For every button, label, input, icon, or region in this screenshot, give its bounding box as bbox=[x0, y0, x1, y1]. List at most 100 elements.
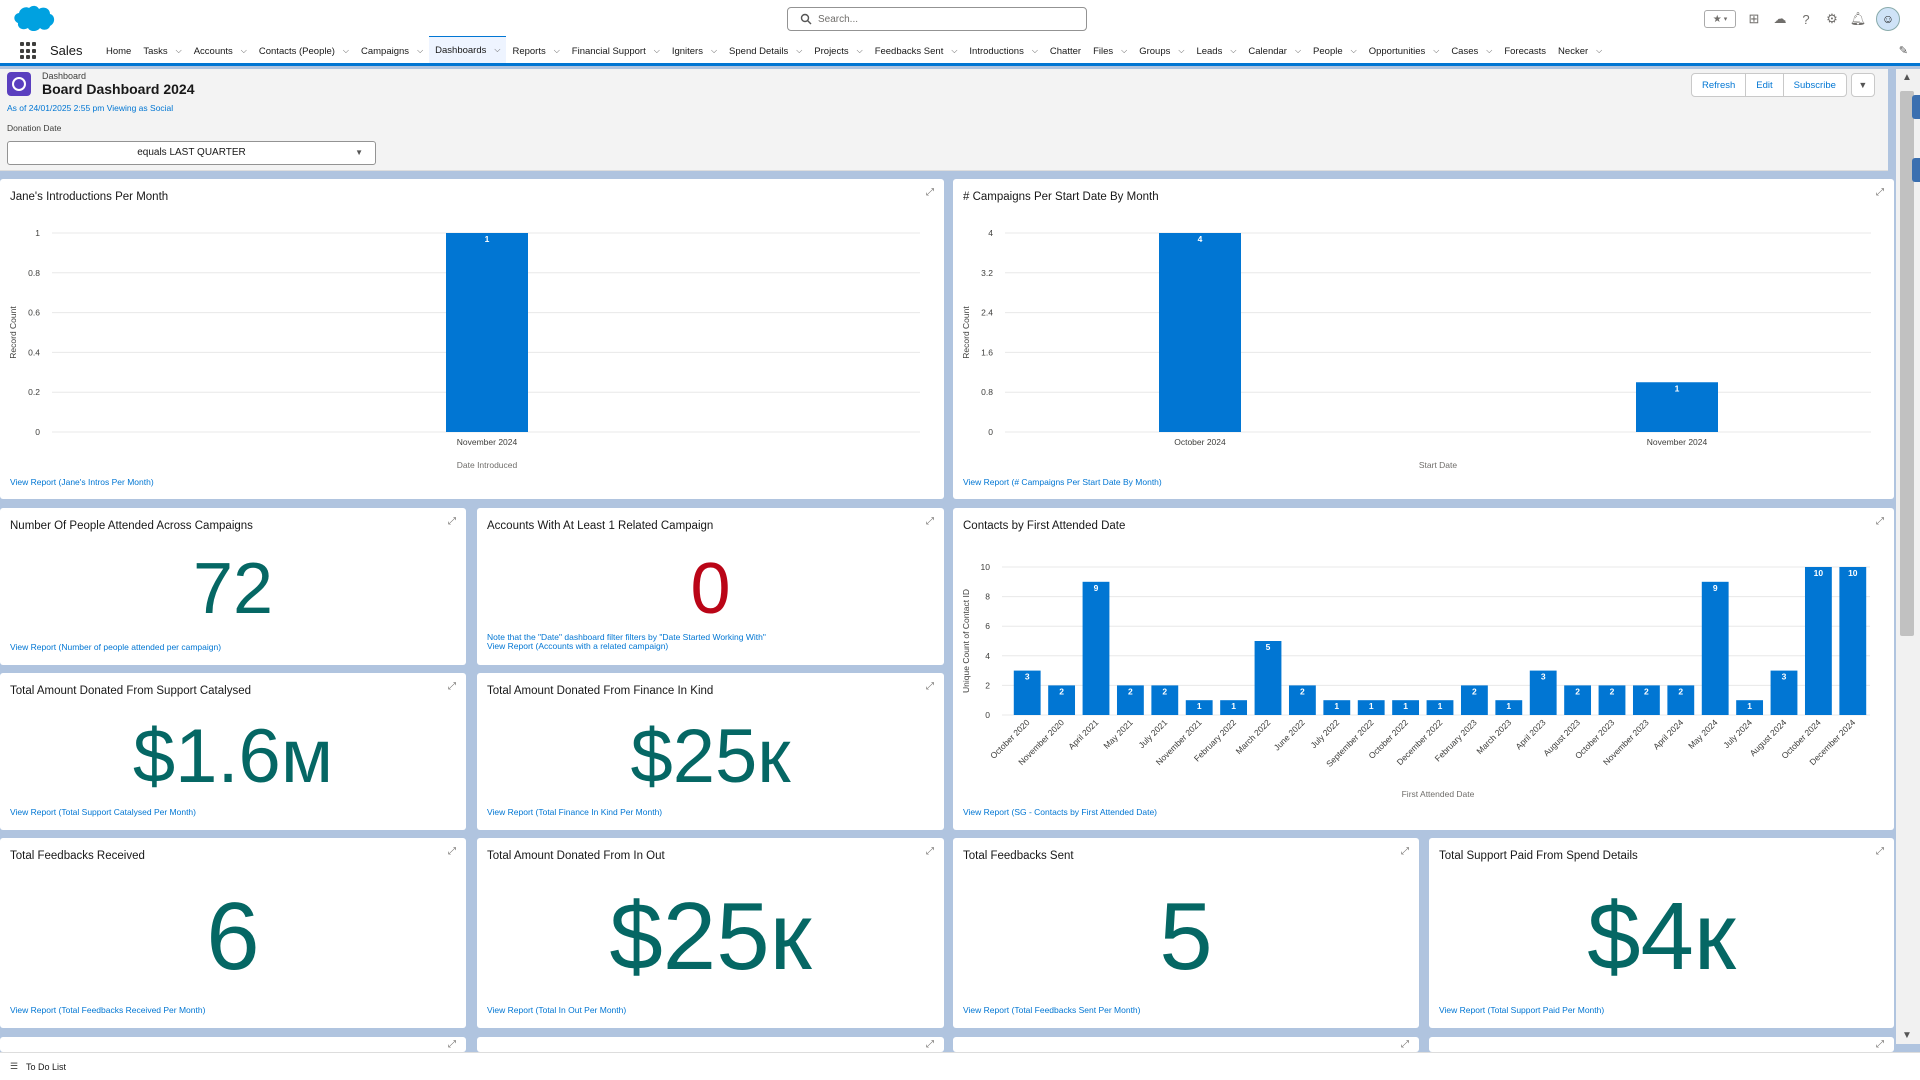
chevron-down-icon[interactable]: ⌵ bbox=[241, 46, 247, 56]
nav-item-campaigns[interactable]: Campaigns ⌵ bbox=[355, 36, 429, 66]
nav-item-reports[interactable]: Reports ⌵ bbox=[506, 36, 565, 66]
expand-icon[interactable]: ⤢ bbox=[1401, 846, 1409, 857]
chevron-down-icon[interactable]: ⌵ bbox=[554, 46, 560, 56]
data-label: 1 bbox=[1369, 701, 1374, 711]
todo-list-button[interactable]: To Do List bbox=[26, 1062, 66, 1072]
metric-value: $1.6м bbox=[132, 714, 334, 799]
nav-item-spend-details[interactable]: Spend Details ⌵ bbox=[723, 36, 808, 66]
expand-icon[interactable]: ⤢ bbox=[1876, 187, 1884, 198]
expand-icon[interactable]: ⤢ bbox=[448, 681, 456, 692]
expand-icon[interactable]: ⤢ bbox=[926, 516, 934, 527]
nav-item-tasks[interactable]: Tasks ⌵ bbox=[137, 36, 187, 66]
view-report-link[interactable]: View Report (SG - Contacts by First Atte… bbox=[963, 807, 1157, 817]
view-report-link[interactable]: View Report (Accounts with a related cam… bbox=[487, 641, 668, 651]
nav-item-calendar[interactable]: Calendar ⌵ bbox=[1242, 36, 1307, 66]
chevron-down-icon[interactable]: ⌵ bbox=[1032, 46, 1038, 56]
chevron-down-icon[interactable]: ⌵ bbox=[1596, 46, 1602, 56]
app-launcher-icon[interactable] bbox=[20, 42, 38, 60]
nav-item-files[interactable]: Files ⌵ bbox=[1087, 36, 1133, 66]
nav-item-projects[interactable]: Projects ⌵ bbox=[808, 36, 868, 66]
view-report-link[interactable]: View Report (Jane's Intros Per Month) bbox=[10, 477, 154, 487]
view-report-link[interactable]: View Report (# Campaigns Per Start Date … bbox=[963, 477, 1162, 487]
page-scrollbar[interactable]: ▲ ▼ bbox=[1896, 69, 1920, 1044]
dashboard-icon bbox=[7, 72, 31, 96]
nav-item-contacts-people[interactable]: Contacts (People) ⌵ bbox=[253, 36, 355, 66]
chevron-down-icon[interactable]: ⌵ bbox=[654, 46, 660, 56]
view-report-link[interactable]: View Report (Total Support Paid Per Mont… bbox=[1439, 1005, 1604, 1015]
view-report-link[interactable]: View Report (Total Support Catalysed Per… bbox=[10, 807, 196, 817]
chevron-down-icon[interactable]: ⌵ bbox=[951, 46, 957, 56]
view-report-link[interactable]: View Report (Total Feedbacks Sent Per Mo… bbox=[963, 1005, 1140, 1015]
chevron-down-icon[interactable]: ⌵ bbox=[1230, 46, 1236, 56]
x-tick-label: April 2024 bbox=[1651, 717, 1685, 751]
chevron-down-icon[interactable]: ⌵ bbox=[1121, 46, 1127, 56]
chevron-down-icon[interactable]: ⌵ bbox=[711, 46, 717, 56]
chevron-down-icon[interactable]: ⌵ bbox=[1433, 46, 1439, 56]
expand-icon[interactable]: ⤢ bbox=[1876, 516, 1884, 527]
chevron-down-icon[interactable]: ⌵ bbox=[1295, 46, 1301, 56]
view-report-link[interactable]: View Report (Total In Out Per Month) bbox=[487, 1005, 626, 1015]
edit-nav-pencil-icon[interactable]: ✎ bbox=[1899, 44, 1908, 57]
nav-item-home[interactable]: Home bbox=[100, 36, 137, 66]
chevron-down-icon[interactable]: ⌵ bbox=[857, 46, 863, 56]
expand-icon[interactable]: ⤢ bbox=[926, 1039, 934, 1050]
chevron-down-icon[interactable]: ⌵ bbox=[417, 46, 423, 56]
expand-icon[interactable]: ⤢ bbox=[1876, 1039, 1884, 1050]
nav-item-feedbacks-sent[interactable]: Feedbacks Sent ⌵ bbox=[869, 36, 964, 66]
chevron-down-icon[interactable]: ⌵ bbox=[1178, 46, 1184, 56]
view-report-link[interactable]: View Report (Total Finance In Kind Per M… bbox=[487, 807, 662, 817]
chevron-down-icon[interactable]: ⌵ bbox=[1351, 46, 1357, 56]
add-icon[interactable]: ⊞ bbox=[1746, 11, 1762, 27]
expand-icon[interactable]: ⤢ bbox=[448, 1039, 456, 1050]
notifications-icon[interactable]: 🔔︎ bbox=[1850, 11, 1867, 27]
nav-item-forecasts[interactable]: Forecasts bbox=[1498, 36, 1552, 66]
chevron-down-icon[interactable]: ⌵ bbox=[1486, 46, 1492, 56]
chevron-down-icon[interactable]: ⌵ bbox=[343, 46, 349, 56]
nav-item-necker[interactable]: Necker ⌵ bbox=[1552, 36, 1608, 66]
view-report-link[interactable]: View Report (Number of people attended p… bbox=[10, 642, 221, 652]
nav-item-opportunities[interactable]: Opportunities ⌵ bbox=[1363, 36, 1446, 66]
subscribe-button[interactable]: Subscribe bbox=[1782, 73, 1847, 97]
view-report-link[interactable]: View Report (Total Feedbacks Received Pe… bbox=[10, 1005, 205, 1015]
data-label: 1 bbox=[1747, 701, 1752, 711]
expand-icon[interactable]: ⤢ bbox=[448, 846, 456, 857]
nav-item-chatter[interactable]: Chatter bbox=[1044, 36, 1087, 66]
expand-icon[interactable]: ⤢ bbox=[926, 681, 934, 692]
chevron-down-icon[interactable]: ⌵ bbox=[494, 45, 500, 55]
nav-item-groups[interactable]: Groups ⌵ bbox=[1133, 36, 1190, 66]
search-input[interactable]: Search... bbox=[787, 7, 1087, 31]
side-panel-tab[interactable] bbox=[1912, 95, 1920, 119]
scroll-down-icon[interactable]: ▼ bbox=[1902, 1030, 1912, 1041]
nav-item-dashboards[interactable]: Dashboards ⌵ bbox=[429, 36, 507, 66]
trailhead-icon[interactable]: ☁ bbox=[1772, 11, 1788, 27]
expand-icon[interactable]: ⤢ bbox=[1401, 1039, 1409, 1050]
nav-item-label: Financial Support bbox=[571, 45, 646, 57]
edit-button[interactable]: Edit bbox=[1745, 73, 1784, 97]
chevron-down-icon[interactable]: ⌵ bbox=[796, 46, 802, 56]
side-panel-tab[interactable] bbox=[1912, 158, 1920, 182]
nav-item-people[interactable]: People ⌵ bbox=[1307, 36, 1363, 66]
widget-intros-chart: Jane's Introductions Per Month ⤢ 0 0.2 0.4… bbox=[0, 179, 944, 499]
nav-item-financial-support[interactable]: Financial Support ⌵ bbox=[566, 36, 666, 66]
settings-icon[interactable]: ⚙ bbox=[1824, 11, 1840, 27]
nav-item-accounts[interactable]: Accounts ⌵ bbox=[188, 36, 253, 66]
todo-list-icon[interactable]: ☰ bbox=[10, 1061, 18, 1072]
scroll-up-icon[interactable]: ▲ bbox=[1902, 72, 1912, 83]
expand-icon[interactable]: ⤢ bbox=[926, 846, 934, 857]
expand-icon[interactable]: ⤢ bbox=[1876, 846, 1884, 857]
expand-icon[interactable]: ⤢ bbox=[926, 187, 934, 198]
favorites-star-icon[interactable]: ★ ▾ bbox=[1704, 10, 1736, 28]
donation-date-filter[interactable]: equals LAST QUARTER ▼ bbox=[7, 141, 376, 165]
nav-item-leads[interactable]: Leads ⌵ bbox=[1190, 36, 1242, 66]
nav-item-cases[interactable]: Cases ⌵ bbox=[1445, 36, 1498, 66]
nav-item-label: Necker bbox=[1558, 45, 1589, 57]
help-icon[interactable]: ? bbox=[1798, 11, 1814, 27]
chevron-down-icon[interactable]: ⌵ bbox=[176, 46, 182, 56]
nav-item-introductions[interactable]: Introductions ⌵ bbox=[963, 36, 1043, 66]
refresh-button[interactable]: Refresh bbox=[1691, 73, 1747, 97]
more-actions-button[interactable]: ▼ bbox=[1850, 73, 1875, 97]
avatar[interactable]: ☺ bbox=[1876, 7, 1900, 31]
expand-icon[interactable]: ⤢ bbox=[448, 516, 456, 527]
salesforce-logo[interactable] bbox=[10, 4, 56, 34]
nav-item-igniters[interactable]: Igniters ⌵ bbox=[666, 36, 723, 66]
